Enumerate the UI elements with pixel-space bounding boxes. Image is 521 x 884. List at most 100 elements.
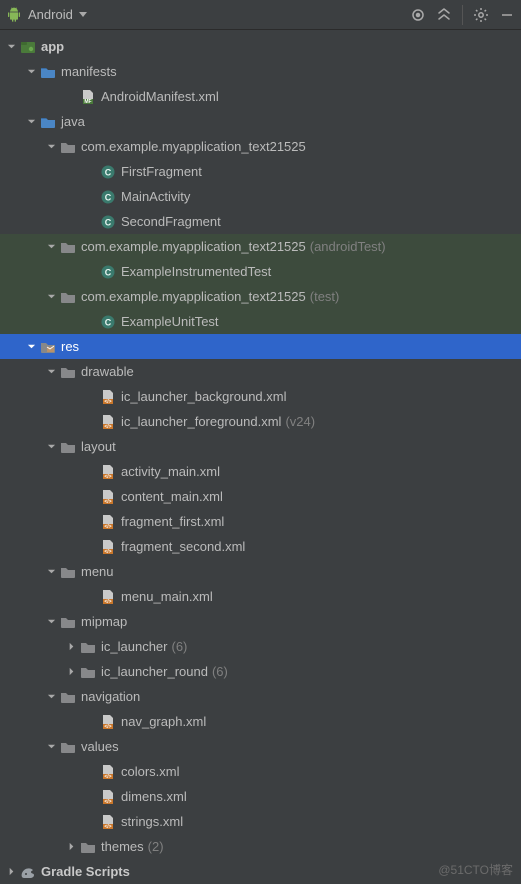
expand-arrow-down-icon[interactable] xyxy=(4,40,18,54)
tree-item-label: navigation xyxy=(81,689,140,704)
xml-orange-icon: </> xyxy=(100,514,116,530)
class-icon: C xyxy=(100,189,116,205)
tree-item-label: ic_launcher_round xyxy=(101,664,208,679)
package-icon xyxy=(60,689,76,705)
tree-row[interactable]: ic_launcher_round(6) xyxy=(0,659,521,684)
tree-item-label: ExampleUnitTest xyxy=(121,314,219,329)
expand-arrow-down-icon[interactable] xyxy=(44,440,58,454)
tree-row[interactable]: CExampleInstrumentedTest xyxy=(0,259,521,284)
tree-row[interactable]: </> fragment_first.xml xyxy=(0,509,521,534)
class-icon: C xyxy=(100,314,116,330)
tree-item-label: com.example.myapplication_text21525 xyxy=(81,289,306,304)
tree-row[interactable]: </>ic_launcher_foreground.xml(v24) xyxy=(0,409,521,434)
tree-row[interactable]: java xyxy=(0,109,521,134)
hide-minimize-icon[interactable] xyxy=(499,7,515,23)
package-icon xyxy=(60,364,76,380)
tree-row[interactable]: CFirstFragment xyxy=(0,159,521,184)
tree-row[interactable]: mipmap xyxy=(0,609,521,634)
tree-row[interactable]: values xyxy=(0,734,521,759)
svg-text:</>: </> xyxy=(104,599,111,605)
tree-row[interactable]: layout xyxy=(0,434,521,459)
tree-item-suffix: (6) xyxy=(172,639,188,654)
tree-row[interactable]: CSecondFragment xyxy=(0,209,521,234)
tree-row[interactable]: themes(2) xyxy=(0,834,521,859)
tree-item-label: menu xyxy=(81,564,114,579)
tree-item-label: menu_main.xml xyxy=(121,589,213,604)
xml-orange-icon: </> xyxy=(100,764,116,780)
view-selector[interactable]: Android xyxy=(6,7,87,23)
expand-arrow-down-icon[interactable] xyxy=(44,365,58,379)
watermark: @51CTO博客 xyxy=(438,861,513,878)
tree-item-label: ic_launcher_background.xml xyxy=(121,389,286,404)
svg-text:</>: </> xyxy=(104,799,111,805)
xml-orange-icon: </> xyxy=(100,789,116,805)
expand-arrow-right-icon[interactable] xyxy=(64,640,78,654)
select-opened-file-icon[interactable] xyxy=(410,7,426,23)
toolbar-divider xyxy=(462,5,463,25)
xml-orange-icon: </> xyxy=(100,714,116,730)
tree-item-label: mipmap xyxy=(81,614,127,629)
tree-item-suffix: (test) xyxy=(310,289,340,304)
project-toolbar: Android xyxy=(0,0,521,30)
tree-item-label: drawable xyxy=(81,364,134,379)
expand-arrow-down-icon[interactable] xyxy=(44,565,58,579)
android-icon xyxy=(6,7,22,23)
package-icon xyxy=(60,239,76,255)
xml-orange-icon: </> xyxy=(100,814,116,830)
tree-row[interactable]: navigation xyxy=(0,684,521,709)
expand-arrow-right-icon[interactable] xyxy=(64,665,78,679)
tree-row[interactable]: C ExampleUnitTest xyxy=(0,309,521,334)
expand-arrow-down-icon[interactable] xyxy=(44,690,58,704)
svg-text:</>: </> xyxy=(104,499,111,505)
tree-item-label: fragment_first.xml xyxy=(121,514,224,529)
tree-row[interactable]: </> nav_graph.xml xyxy=(0,709,521,734)
tree-row[interactable]: menu xyxy=(0,559,521,584)
xml-mf-icon: MF xyxy=(80,89,96,105)
tree-row[interactable]: com.example.myapplication_text21525(andr… xyxy=(0,234,521,259)
svg-text:</>: </> xyxy=(104,774,111,780)
expand-arrow-down-icon[interactable] xyxy=(24,65,38,79)
tree-row[interactable]: ic_launcher(6) xyxy=(0,634,521,659)
folder-res-icon xyxy=(40,339,56,355)
tree-item-label: layout xyxy=(81,439,116,454)
tree-item-label: com.example.myapplication_text21525 xyxy=(81,139,306,154)
tree-row[interactable]: CMainActivity xyxy=(0,184,521,209)
tree-row[interactable]: </> menu_main.xml xyxy=(0,584,521,609)
expand-arrow-right-icon[interactable] xyxy=(4,865,18,879)
tree-row[interactable]: </> dimens.xml xyxy=(0,784,521,809)
tree-row[interactable]: MFAndroidManifest.xml xyxy=(0,84,521,109)
svg-text:</>: </> xyxy=(104,524,111,530)
tree-item-label: dimens.xml xyxy=(121,789,187,804)
tree-row[interactable]: </>ic_launcher_background.xml xyxy=(0,384,521,409)
tree-row[interactable]: app xyxy=(0,34,521,59)
expand-arrow-down-icon[interactable] xyxy=(44,290,58,304)
xml-orange-icon: </> xyxy=(100,464,116,480)
tree-row[interactable]: </>activity_main.xml xyxy=(0,459,521,484)
expand-arrow-down-icon[interactable] xyxy=(24,115,38,129)
tree-row[interactable]: drawable xyxy=(0,359,521,384)
tree-row[interactable]: </>fragment_second.xml xyxy=(0,534,521,559)
expand-arrow-down-icon[interactable] xyxy=(44,140,58,154)
tree-item-label: strings.xml xyxy=(121,814,183,829)
tree-row[interactable]: res xyxy=(0,334,521,359)
tree-item-label: manifests xyxy=(61,64,117,79)
tree-row[interactable]: </>content_main.xml xyxy=(0,484,521,509)
xml-orange-icon: </> xyxy=(100,589,116,605)
collapse-all-icon[interactable] xyxy=(436,7,452,23)
expand-arrow-down-icon[interactable] xyxy=(44,240,58,254)
svg-text:MF: MF xyxy=(84,99,91,105)
project-tree[interactable]: app manifests MFAndroidManifest.xmljava com… xyxy=(0,30,521,884)
expand-arrow-down-icon[interactable] xyxy=(44,615,58,629)
tree-item-label: nav_graph.xml xyxy=(121,714,206,729)
xml-orange-icon: </> xyxy=(100,414,116,430)
tree-row[interactable]: </> strings.xml xyxy=(0,809,521,834)
settings-gear-icon[interactable] xyxy=(473,7,489,23)
expand-arrow-right-icon[interactable] xyxy=(64,840,78,854)
tree-row[interactable]: com.example.myapplication_text21525 (test… xyxy=(0,284,521,309)
tree-row[interactable]: manifests xyxy=(0,59,521,84)
package-icon xyxy=(60,439,76,455)
expand-arrow-down-icon[interactable] xyxy=(24,340,38,354)
expand-arrow-down-icon[interactable] xyxy=(44,740,58,754)
tree-row[interactable]: com.example.myapplication_text21525 xyxy=(0,134,521,159)
tree-row[interactable]: </>colors.xml xyxy=(0,759,521,784)
